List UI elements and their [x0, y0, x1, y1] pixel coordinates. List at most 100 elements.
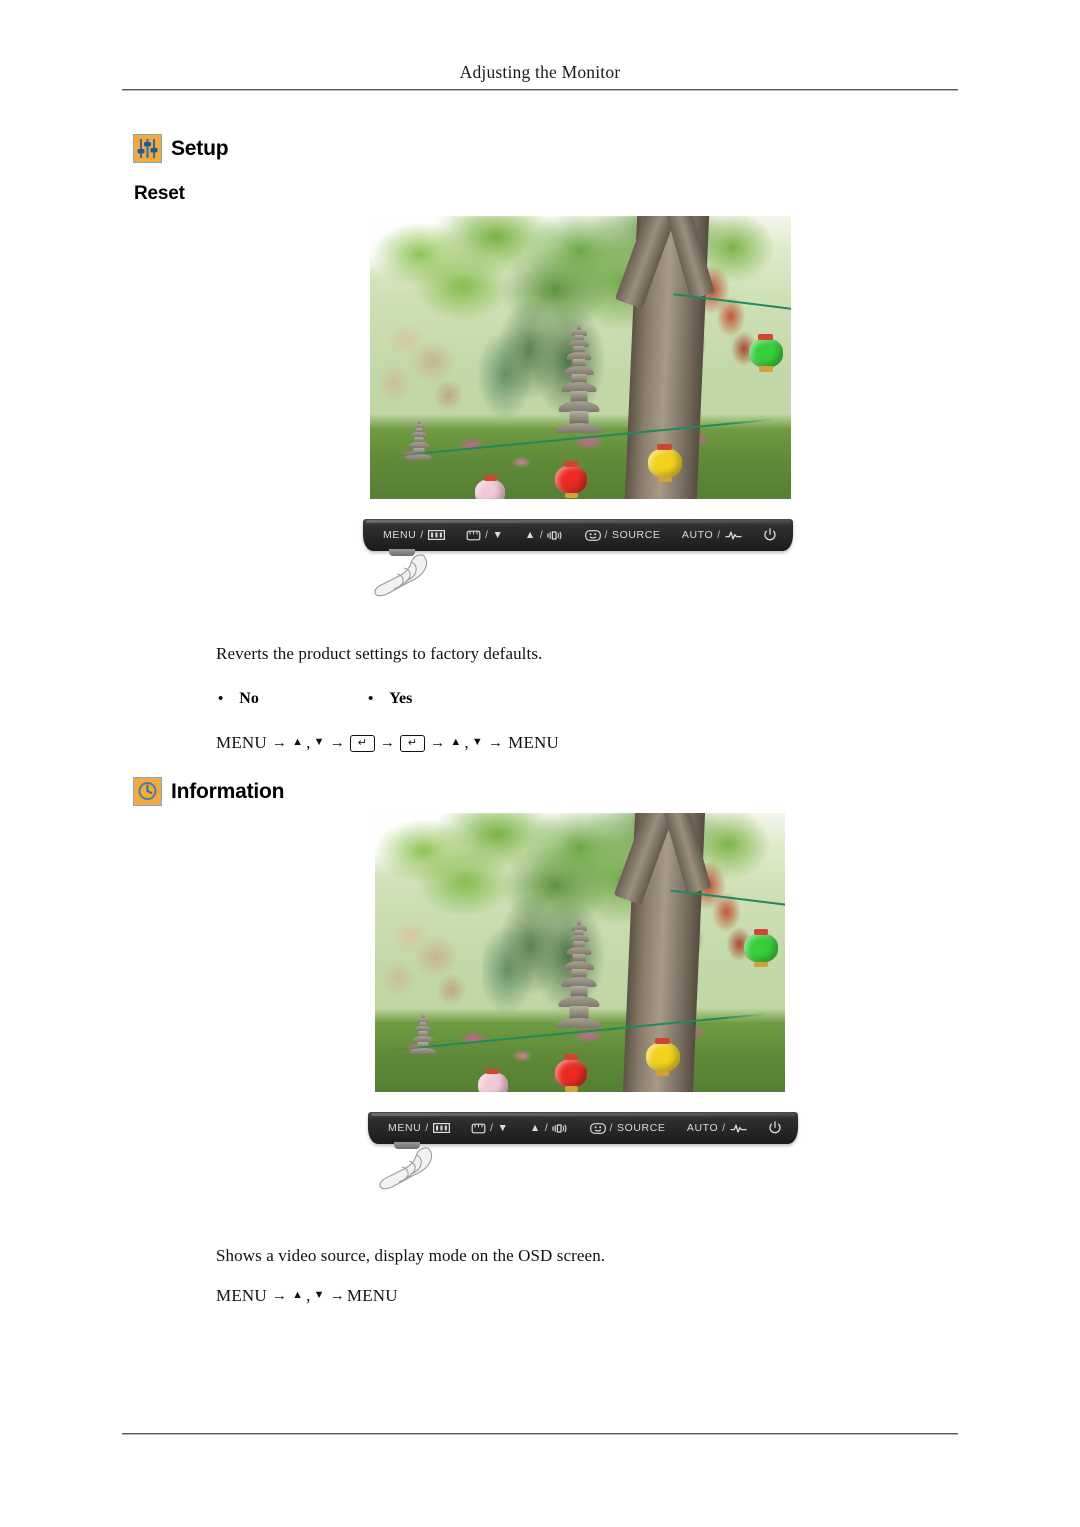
nav-arrow-icon: → — [329, 734, 345, 751]
auto-button[interactable]: AUTO / — [682, 529, 742, 541]
up-button-separator: / — [544, 1122, 549, 1134]
photo-lantern-pink — [477, 1068, 508, 1092]
magicbright-icon — [724, 530, 742, 541]
page-header: Adjusting the Monitor — [0, 62, 1080, 83]
option-yes[interactable]: • Yes — [368, 690, 412, 708]
nav-down-arrow-icon: ▼ — [313, 735, 325, 748]
down-button-separator: / — [485, 529, 489, 541]
footer-divider — [122, 1433, 958, 1435]
image-icon — [471, 1123, 486, 1134]
photo-pagoda-large — [555, 919, 603, 1081]
osd-menu-icon — [427, 530, 445, 540]
source-button[interactable]: / SOURCE — [589, 1122, 666, 1134]
menu-button-separator: / — [420, 529, 424, 541]
up-button[interactable]: ▲ / — [525, 529, 563, 541]
temple-garden-photo — [375, 813, 785, 1092]
information-description: Shows a video source, display mode on th… — [216, 1246, 606, 1265]
nav-end-menu: MENU — [346, 1286, 398, 1305]
menu-button-separator: / — [425, 1122, 429, 1134]
section-title-information: Information — [171, 779, 285, 803]
photo-pagoda-small — [404, 419, 434, 494]
up-arrow-icon: ▲ — [524, 529, 536, 541]
source-button[interactable]: / SOURCE — [584, 529, 661, 541]
menu-button[interactable]: MENU / — [388, 1122, 450, 1134]
sliders-icon — [133, 134, 162, 163]
down-button[interactable]: / ▼ — [466, 529, 503, 541]
source-button-separator: / — [609, 1122, 613, 1134]
nav-arrow-icon: → — [271, 734, 288, 751]
info-clock-icon — [133, 777, 162, 806]
nav-comma: , — [306, 1286, 311, 1305]
power-icon — [768, 1121, 782, 1135]
nav-comma: , — [464, 733, 469, 752]
nav-up-arrow-icon: ▲ — [292, 735, 304, 748]
photo-lantern-red — [555, 460, 588, 499]
menu-button-label: MENU — [388, 1122, 422, 1134]
photo-lantern-green — [744, 928, 778, 968]
information-nav-sequence: MENU → ▲ , ▼ → MENU — [216, 1286, 398, 1306]
control-bar: MENU / / ▼ ▲ / / SOURCE AUTO / — [368, 1112, 798, 1144]
photo-lantern-green — [748, 333, 783, 372]
reset-nav-sequence: MENU → ▲ , ▼ → ↵ → ↵ → ▲ , ▼ → MENU — [216, 733, 559, 753]
down-button[interactable]: / ▼ — [471, 1122, 508, 1134]
volume-icon — [552, 1123, 568, 1134]
section-heading-setup: Setup — [133, 134, 229, 163]
option-yes-label: Yes — [389, 690, 413, 707]
option-yes-bullet: • — [368, 690, 374, 707]
auto-button-label: AUTO — [681, 529, 714, 541]
pointing-hand-illustration — [376, 1144, 456, 1205]
power-button[interactable] — [763, 528, 777, 542]
source-button-label: SOURCE — [616, 1122, 666, 1134]
photo-lantern-red — [555, 1054, 588, 1092]
nav-arrow-icon: → — [430, 734, 446, 751]
up-arrow-icon: ▲ — [529, 1122, 541, 1134]
photo-lantern-pink — [475, 475, 506, 499]
option-no-label: No — [239, 690, 259, 707]
reset-description: Reverts the product settings to factory … — [216, 644, 543, 663]
down-arrow-icon: ▼ — [497, 1122, 509, 1134]
nav-enter-key-icon: ↵ — [349, 734, 375, 752]
monitor-figure-reset: MENU / / ▼ ▲ / / SOURCE AUTO / — [363, 216, 793, 597]
nav-up-arrow-icon: ▲ — [450, 735, 462, 748]
section-heading-information: Information — [133, 777, 284, 806]
nav-start-menu: MENU — [216, 1286, 267, 1305]
photo-lantern-yellow — [645, 1037, 680, 1076]
monitor-figure-information: MENU / / ▼ ▲ / / SOURCE AUTO / — [368, 813, 798, 1190]
osd-menu-icon — [432, 1123, 450, 1133]
photo-lantern-yellow — [647, 443, 682, 483]
nav-down-arrow-icon: ▼ — [471, 735, 483, 748]
option-no[interactable]: • No — [218, 690, 368, 708]
auto-button-separator: / — [722, 1122, 726, 1134]
temple-garden-photo — [370, 216, 791, 499]
nav-down-arrow-icon: ▼ — [313, 1288, 325, 1301]
image-icon — [466, 530, 481, 541]
nav-arrow-icon: → — [379, 734, 396, 751]
up-button[interactable]: ▲ / — [530, 1122, 568, 1134]
enter-icon — [589, 1122, 606, 1134]
nav-arrow-icon: → — [271, 1287, 288, 1304]
source-button-separator: / — [604, 529, 608, 541]
reset-options: • No • Yes — [218, 690, 412, 708]
menu-button[interactable]: MENU / — [383, 529, 445, 541]
header-divider — [122, 89, 958, 91]
nav-up-arrow-icon: ▲ — [292, 1288, 304, 1301]
auto-button[interactable]: AUTO / — [687, 1122, 747, 1134]
section-title-setup: Setup — [171, 136, 229, 160]
magicbright-icon — [729, 1123, 747, 1134]
nav-comma: , — [306, 733, 311, 752]
pointing-hand-illustration — [371, 551, 451, 612]
nav-start-menu: MENU — [216, 733, 267, 752]
power-button[interactable] — [768, 1121, 782, 1135]
auto-button-label: AUTO — [686, 1122, 719, 1134]
monitor-control-bar-reset: MENU / / ▼ ▲ / / SOURCE AUTO / — [363, 519, 793, 597]
nav-arrow-icon: → — [329, 1287, 345, 1304]
nav-end-menu: MENU — [508, 733, 560, 752]
photo-pagoda-small — [408, 1013, 438, 1087]
option-no-bullet: • — [218, 690, 224, 707]
control-bar: MENU / / ▼ ▲ / / SOURCE AUTO / — [363, 519, 793, 551]
enter-icon — [584, 529, 601, 541]
subsection-title-reset: Reset — [134, 183, 185, 204]
nav-arrow-icon: → — [487, 734, 504, 751]
down-button-separator: / — [490, 1122, 494, 1134]
up-button-separator: / — [539, 529, 544, 541]
